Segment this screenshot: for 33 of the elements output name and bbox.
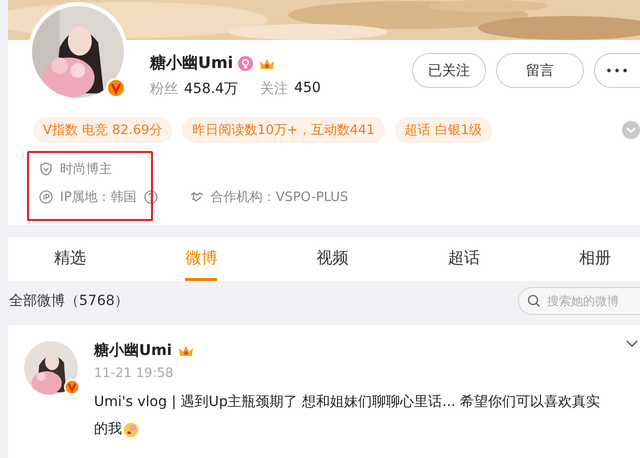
author-name: 糖小幽Umi — [94, 341, 172, 360]
verified-badge-icon — [106, 78, 126, 98]
tab[interactable]: 视频 — [316, 237, 348, 281]
info-text: 时尚博主 — [60, 161, 112, 178]
verified-badge-icon — [64, 379, 80, 395]
action-button[interactable]: 已关注 — [412, 53, 486, 88]
info-text: IP属地：韩国 — [60, 189, 137, 206]
tab[interactable]: 相册 — [579, 237, 611, 281]
following-label: 关注 — [260, 80, 288, 98]
tag: 超话 白银1级 — [394, 117, 492, 143]
tab[interactable]: 超话 — [448, 237, 480, 281]
shield-icon — [39, 162, 53, 176]
post-text: Umi's vlog | 遇到Up主瓶颈期了 想和姐妹们聊聊心里话... 希望你们可以喜欢真实 — [94, 393, 600, 412]
more-button[interactable]: ••• — [594, 53, 640, 88]
post-time: 11-21 19:58 — [94, 366, 174, 381]
search-icon — [527, 294, 541, 308]
tag: V指数 电竞 82.69分 — [33, 117, 172, 143]
location-tag-icon — [39, 190, 53, 204]
chevron-down-icon[interactable] — [626, 339, 638, 348]
post-text: 的我 — [94, 420, 122, 439]
female-icon — [238, 56, 254, 71]
info-text: 合作机构：VSPO-PLUS — [210, 189, 348, 206]
emoji-icon — [122, 420, 140, 438]
fans-label: 粉丝 — [150, 80, 178, 98]
help-icon[interactable] — [144, 190, 158, 204]
tag: 昨日阅读数10万+，互动数441 — [182, 117, 385, 143]
tab[interactable]: 精选 — [54, 237, 86, 281]
following-count: 450 — [294, 80, 321, 98]
fans-count: 458.4万 — [184, 80, 238, 98]
action-button[interactable]: 留言 — [496, 53, 584, 88]
user-name: 糖小幽Umi — [150, 53, 234, 74]
search-field[interactable]: 搜索她的微博 — [518, 287, 640, 315]
feed-title: 全部微博（5768） — [9, 292, 129, 310]
